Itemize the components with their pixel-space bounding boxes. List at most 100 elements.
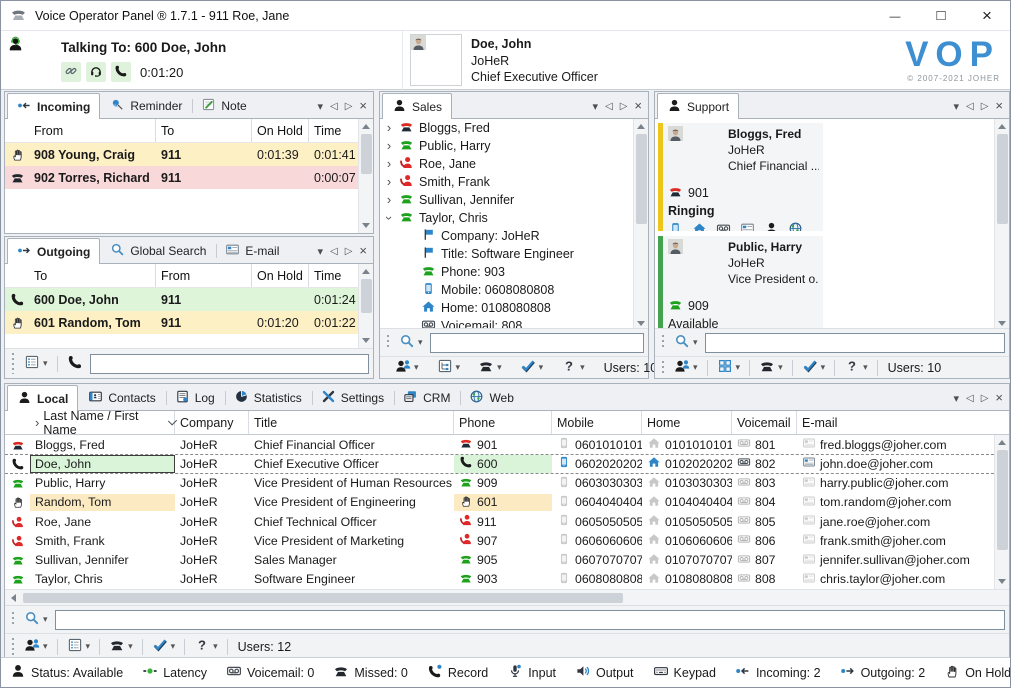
- tab[interactable]: Local: [7, 385, 78, 411]
- column-header-name[interactable]: › Last Name / First Name: [30, 411, 175, 434]
- tree-item[interactable]: Public, Harry: [380, 137, 633, 155]
- incoming-call-row[interactable]: 902 Torres, Richard 911 0:00:07: [5, 166, 358, 189]
- horizontal-scrollbar[interactable]: [5, 589, 1009, 605]
- close-panel-icon[interactable]: [995, 101, 1003, 113]
- headset-button[interactable]: [86, 62, 106, 82]
- contact-card[interactable]: Bloggs, Fred JoHeR Chief Financial ... 9…: [658, 123, 823, 231]
- tab-support[interactable]: Support: [657, 93, 739, 119]
- scroll-down-icon[interactable]: [998, 579, 1006, 584]
- toolbar-grip[interactable]: [11, 638, 15, 655]
- view-mode-button[interactable]: [714, 356, 744, 379]
- search-input[interactable]: [705, 333, 1005, 353]
- scroll-left-icon[interactable]: [966, 102, 974, 112]
- add-user-button[interactable]: [671, 356, 701, 379]
- dial-button[interactable]: [64, 352, 86, 375]
- tab[interactable]: Log: [165, 386, 224, 410]
- tree-item[interactable]: Bloggs, Fred: [380, 119, 633, 137]
- tab-menu-icon[interactable]: [953, 394, 959, 405]
- view-mode-button[interactable]: [434, 356, 464, 379]
- tree-item[interactable]: Roe, Jane: [380, 155, 633, 173]
- scroll-left-icon[interactable]: [605, 102, 613, 112]
- expander-icon[interactable]: ›: [35, 418, 39, 428]
- contact-row[interactable]: Public, Harry JoHeR Vice President of Hu…: [5, 474, 1009, 493]
- column-header[interactable]: From: [29, 119, 156, 142]
- expander-icon[interactable]: [384, 141, 394, 151]
- scroll-right-icon[interactable]: [981, 102, 989, 112]
- close-panel-icon[interactable]: [359, 101, 367, 113]
- phone-actions-button[interactable]: [475, 356, 505, 379]
- close-panel-icon[interactable]: [359, 246, 367, 258]
- contact-row[interactable]: Bloggs, Fred JoHeR Chief Financial Offic…: [5, 435, 1009, 454]
- column-header[interactable]: Voicemail: [732, 411, 797, 434]
- search-input[interactable]: [55, 610, 1005, 630]
- incoming-call-row[interactable]: 908 Young, Craig 911 0:01:39 0:01:41: [5, 143, 358, 166]
- scroll-down-icon[interactable]: [362, 338, 370, 343]
- tab-menu-icon[interactable]: [317, 102, 323, 113]
- tree-item[interactable]: Taylor, Chris: [380, 209, 633, 227]
- status-filter-button[interactable]: [149, 635, 179, 658]
- tab[interactable]: Contacts: [78, 386, 164, 410]
- voicemail-button[interactable]: [716, 221, 731, 231]
- column-header[interactable]: On Hold: [252, 119, 309, 142]
- contact-row[interactable]: Taylor, Chris JoHeR Software Engineer 90…: [5, 570, 1009, 589]
- scroll-up-icon[interactable]: [362, 124, 370, 129]
- column-header[interactable]: To: [29, 264, 156, 287]
- phone-actions-button[interactable]: [756, 356, 786, 379]
- scroll-thumb[interactable]: [997, 134, 1008, 224]
- outgoing-call-row[interactable]: 601 Random, Tom 911 0:01:20 0:01:22: [5, 311, 358, 334]
- handset-button[interactable]: [111, 62, 131, 82]
- expander-icon[interactable]: [384, 195, 394, 205]
- phone-actions-button[interactable]: [106, 635, 136, 658]
- add-user-button[interactable]: [21, 635, 51, 658]
- tree-item[interactable]: Title: Software Engineer: [380, 245, 633, 263]
- search-input[interactable]: [430, 333, 644, 353]
- close-panel-icon[interactable]: [995, 393, 1003, 405]
- toolbar-grip[interactable]: [11, 353, 15, 374]
- scroll-up-icon[interactable]: [998, 440, 1006, 445]
- scroll-right-icon[interactable]: [620, 102, 628, 112]
- search-button[interactable]: [21, 608, 51, 631]
- tab-menu-icon[interactable]: [953, 102, 959, 113]
- outgoing-call-row[interactable]: 600 Doe, John 911 0:01:24: [5, 288, 358, 311]
- toolbar-grip[interactable]: [386, 335, 390, 350]
- tree-item[interactable]: Mobile: 0608080808: [380, 281, 633, 299]
- dial-input[interactable]: [90, 354, 369, 374]
- tree-item[interactable]: Home: 0108080808: [380, 299, 633, 317]
- tab[interactable]: CRM: [393, 386, 459, 410]
- scrollbar[interactable]: [633, 119, 648, 331]
- tab[interactable]: Outgoing: [7, 238, 100, 264]
- scroll-thumb[interactable]: [636, 134, 647, 224]
- contact-row[interactable]: Roe, Jane JoHeR Chief Technical Officer …: [5, 512, 1009, 531]
- tab[interactable]: E-mail: [215, 239, 288, 263]
- tab[interactable]: Settings: [311, 386, 393, 410]
- tree-item[interactable]: Smith, Frank: [380, 173, 633, 191]
- scroll-thumb[interactable]: [23, 593, 623, 603]
- toolbar-grip[interactable]: [661, 361, 665, 374]
- column-header[interactable]: To: [156, 119, 252, 142]
- call-mobile-button[interactable]: [668, 221, 683, 231]
- tree-item[interactable]: Phone: 903: [380, 263, 633, 281]
- tree-item[interactable]: Sullivan, Jennifer: [380, 191, 633, 209]
- scroll-left-icon[interactable]: [330, 102, 338, 112]
- call-home-button[interactable]: [692, 221, 707, 231]
- scrollbar[interactable]: [994, 435, 1009, 589]
- help-button[interactable]: ?: [191, 635, 221, 658]
- toolbar-grip[interactable]: [11, 612, 15, 627]
- status-filter-button[interactable]: [517, 356, 547, 379]
- expander-icon[interactable]: [384, 177, 394, 187]
- scroll-up-icon[interactable]: [362, 269, 370, 274]
- scroll-up-icon[interactable]: [637, 124, 645, 129]
- link-call-button[interactable]: [61, 62, 81, 82]
- expander-icon[interactable]: [384, 123, 394, 133]
- column-header[interactable]: Home: [642, 411, 732, 434]
- tab-menu-icon[interactable]: [592, 102, 598, 113]
- scrollbar[interactable]: [358, 264, 373, 348]
- contact-row[interactable]: Doe, John JoHeR Chief Executive Officer …: [5, 454, 1009, 473]
- scroll-thumb[interactable]: [997, 450, 1008, 550]
- scroll-right-icon[interactable]: [981, 394, 989, 404]
- toolbar-grip[interactable]: [661, 335, 665, 350]
- tree-item[interactable]: Company: JoHeR: [380, 227, 633, 245]
- column-header[interactable]: E-mail: [797, 411, 1009, 434]
- contact-card[interactable]: Public, Harry JoHeR Vice President o... …: [658, 236, 823, 333]
- contact-details-button[interactable]: [764, 221, 779, 231]
